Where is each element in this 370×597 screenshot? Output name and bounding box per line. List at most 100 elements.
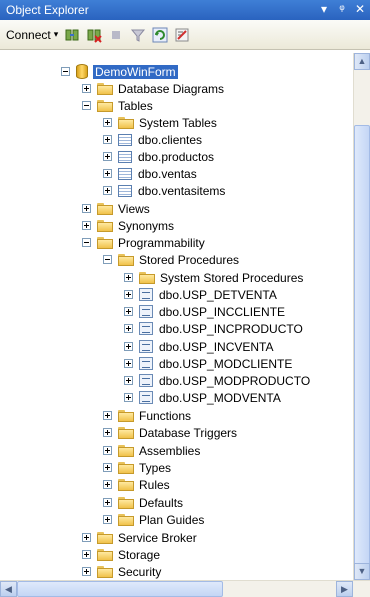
tree-node-database-triggers[interactable]: Database Triggers <box>103 424 237 441</box>
table-icon <box>118 167 132 180</box>
expand-icon[interactable] <box>124 359 133 368</box>
expand-icon[interactable] <box>103 411 112 420</box>
scroll-left-button[interactable]: ◀ <box>0 581 17 597</box>
collapse-icon[interactable] <box>103 255 112 264</box>
scroll-right-button[interactable]: ▶ <box>336 581 353 597</box>
tree-node-tables[interactable]: Tables <box>82 97 153 114</box>
tree-node-defaults[interactable]: Defaults <box>103 494 183 511</box>
folder-icon <box>97 99 113 112</box>
tree-node-service-broker[interactable]: Service Broker <box>82 529 197 546</box>
tree-node-procedure[interactable]: dbo.USP_MODVENTA <box>124 389 281 406</box>
tree-node-procedure[interactable]: dbo.USP_INCCLIENTE <box>124 303 285 320</box>
tree-node-procedure[interactable]: dbo.USP_MODPRODUCTO <box>124 372 310 389</box>
tree-node-programmability[interactable]: Programmability <box>82 234 205 251</box>
collapse-icon[interactable] <box>61 67 70 76</box>
node-label: dbo.USP_DETVENTA <box>159 287 277 302</box>
node-label: Types <box>139 460 172 475</box>
tree-node-table[interactable]: dbo.clientes <box>103 131 202 148</box>
tree-node-functions[interactable]: Functions <box>103 407 191 424</box>
disconnect-server-icon[interactable] <box>86 27 102 43</box>
expand-icon[interactable] <box>124 273 133 282</box>
expand-icon[interactable] <box>124 307 133 316</box>
expand-icon[interactable] <box>103 118 112 127</box>
connect-server-icon[interactable] <box>64 27 80 43</box>
folder-icon <box>97 82 113 95</box>
collapse-icon[interactable] <box>82 238 91 247</box>
node-label: Views <box>118 201 150 216</box>
tree-node-views[interactable]: Views <box>82 200 150 217</box>
tree-node-system-tables[interactable]: System Tables <box>103 114 217 131</box>
expand-icon[interactable] <box>103 446 112 455</box>
object-explorer-tree: DemoWinForm Database Diagrams Tables Sys… <box>0 53 353 580</box>
node-label: dbo.USP_INCVENTA <box>159 339 274 354</box>
stored-procedure-icon <box>139 357 153 370</box>
expand-icon[interactable] <box>124 376 133 385</box>
expand-icon[interactable] <box>82 84 91 93</box>
tree-node-procedure[interactable]: dbo.USP_DETVENTA <box>124 286 277 303</box>
expand-icon[interactable] <box>103 169 112 178</box>
expand-icon[interactable] <box>103 498 112 507</box>
tree-node-storage[interactable]: Storage <box>82 546 160 563</box>
tree-node-table[interactable]: dbo.ventas <box>103 165 197 182</box>
refresh-icon[interactable] <box>152 27 168 43</box>
tree-node-plan-guides[interactable]: Plan Guides <box>103 511 204 528</box>
tree-node-database[interactable]: DemoWinForm <box>61 63 178 80</box>
tree-node-rules[interactable]: Rules <box>103 476 170 493</box>
tree-node-table[interactable]: dbo.productos <box>103 148 214 165</box>
vertical-scroll-thumb[interactable] <box>354 125 370 580</box>
window-position-icon[interactable]: ▾ <box>318 2 330 16</box>
expand-icon[interactable] <box>82 550 91 559</box>
tree-node-procedure[interactable]: dbo.USP_INCVENTA <box>124 338 274 355</box>
connect-button[interactable]: Connect ▾ <box>6 28 58 42</box>
collapse-icon[interactable] <box>82 101 91 110</box>
expand-icon[interactable] <box>103 463 112 472</box>
tree-node-procedure[interactable]: dbo.USP_INCPRODUCTO <box>124 320 303 337</box>
expand-icon[interactable] <box>124 342 133 351</box>
tree-node-table[interactable]: dbo.ventasitems <box>103 182 225 199</box>
filter-icon[interactable] <box>130 27 146 43</box>
expand-icon[interactable] <box>82 567 91 576</box>
scroll-up-button[interactable]: ▲ <box>354 53 370 70</box>
expand-icon[interactable] <box>82 221 91 230</box>
auto-hide-pin-icon[interactable]: ᵠ <box>336 2 348 16</box>
tree-node-synonyms[interactable]: Synonyms <box>82 217 174 234</box>
tree-node-stored-procedures[interactable]: Stored Procedures <box>103 251 239 268</box>
expand-icon[interactable] <box>124 290 133 299</box>
tree-node-assemblies[interactable]: Assemblies <box>103 442 200 459</box>
expand-icon[interactable] <box>103 428 112 437</box>
expand-icon[interactable] <box>124 324 133 333</box>
tree-node-procedure[interactable]: dbo.USP_MODCLIENTE <box>124 355 292 372</box>
expand-icon[interactable] <box>103 186 112 195</box>
vertical-scrollbar[interactable]: ▲ ▼ <box>353 53 370 580</box>
summary-report-icon[interactable] <box>174 27 190 43</box>
expand-icon[interactable] <box>103 135 112 144</box>
expand-icon[interactable] <box>103 480 112 489</box>
node-label: Synonyms <box>118 218 175 233</box>
expand-icon[interactable] <box>103 152 112 161</box>
tree-node-database-diagrams[interactable]: Database Diagrams <box>82 80 224 97</box>
node-label: Assemblies <box>139 443 201 458</box>
expand-icon[interactable] <box>82 204 91 213</box>
node-label: Programmability <box>118 235 205 250</box>
tree-node-system-stored-procedures[interactable]: System Stored Procedures <box>124 269 303 286</box>
node-label: Defaults <box>139 495 184 510</box>
horizontal-scrollbar[interactable]: ◀ ▶ <box>0 580 370 597</box>
expand-icon[interactable] <box>82 533 91 542</box>
stored-procedure-icon <box>139 322 153 335</box>
stored-procedure-icon <box>139 288 153 301</box>
expand-icon[interactable] <box>124 393 133 402</box>
folder-icon <box>118 496 134 509</box>
node-label: Security <box>118 564 162 579</box>
stop-icon[interactable] <box>108 27 124 43</box>
tree-node-types[interactable]: Types <box>103 459 171 476</box>
node-label: Service Broker <box>118 530 197 545</box>
folder-icon <box>118 409 134 422</box>
horizontal-scroll-thumb[interactable] <box>17 581 223 597</box>
stored-procedure-icon <box>139 391 153 404</box>
tree-node-security[interactable]: Security <box>82 563 161 580</box>
folder-icon <box>139 271 155 284</box>
expand-icon[interactable] <box>103 515 112 524</box>
close-icon[interactable]: ✕ <box>354 2 366 16</box>
folder-icon <box>118 444 134 457</box>
scroll-down-button[interactable]: ▼ <box>354 563 370 580</box>
